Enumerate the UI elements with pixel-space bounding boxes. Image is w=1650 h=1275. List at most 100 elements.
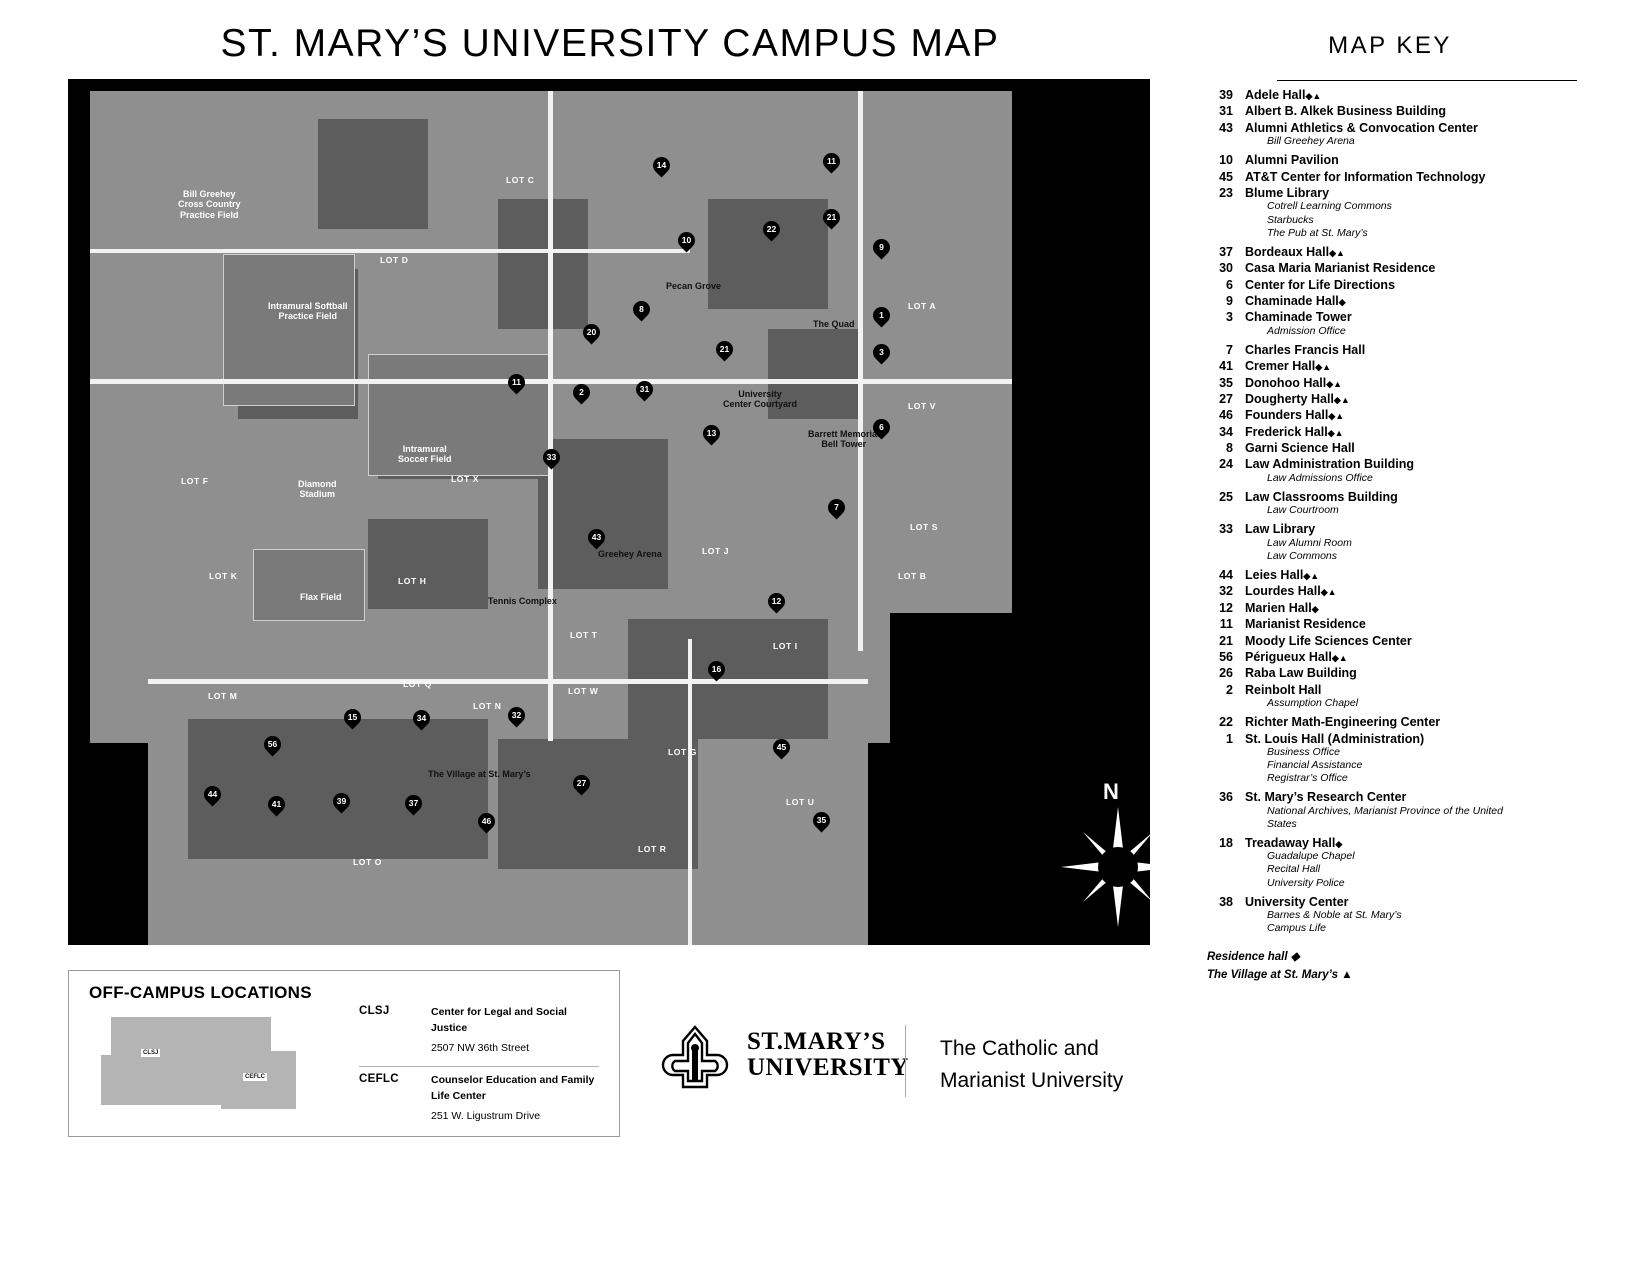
map-key-entry[interactable]: 32 Lourdes Hall◆▲	[1195, 584, 1615, 598]
map-key-entry[interactable]: 37 Bordeaux Hall◆▲	[1195, 245, 1615, 259]
map-building-marker[interactable]: 45	[769, 735, 794, 760]
map-marker-number: 11	[827, 156, 836, 166]
map-building-marker[interactable]: 2	[569, 380, 594, 405]
campus-map-image[interactable]: LOT C LOT D LOT A LOT V LOT X LOT F LOT S LOT J…	[68, 79, 1150, 945]
map-building-marker[interactable]: 6	[869, 415, 894, 440]
off-campus-code: CLSJ	[359, 1005, 390, 1017]
map-key-entry-marks: ◆▲	[1315, 362, 1332, 373]
map-key-entry[interactable]: 18 Treadaway Hall◆ Guadalupe Chapel Recital…	[1195, 836, 1615, 890]
map-key-entry-marks: ◆▲	[1329, 247, 1345, 258]
map-key-entry-sub: Registrar’s Office	[1267, 772, 1348, 785]
map-key-entry-number: 39	[1219, 88, 1233, 102]
map-key-entry[interactable]: 9 Chaminade Hall◆	[1195, 294, 1615, 308]
map-building-marker[interactable]: 21	[712, 337, 737, 362]
map-key-entry[interactable]: 34 Frederick Hall◆▲	[1195, 425, 1615, 439]
map-key-entry[interactable]: 25 Law Classrooms Building Law Courtroom	[1195, 490, 1615, 518]
map-key-entry[interactable]: 35 Donohoo Hall◆▲	[1195, 376, 1615, 390]
map-key-entry[interactable]: 44 Leies Hall◆▲	[1195, 568, 1615, 582]
map-key-entry[interactable]: 36 St. Mary’s Research Center National Arc…	[1195, 790, 1615, 831]
map-key-entry-number: 12	[1219, 600, 1233, 615]
off-campus-mini-map[interactable]: CLSJ CEFLC	[101, 1011, 316, 1121]
compass-north-label: N	[1103, 779, 1119, 804]
map-key-entry[interactable]: 6 Center for Life Directions	[1195, 278, 1615, 292]
off-campus-item[interactable]: CEFLC Counselor Education and Family Life…	[359, 1067, 599, 1132]
map-building-marker[interactable]: 27	[569, 771, 594, 796]
map-building-marker[interactable]: 35	[809, 808, 834, 833]
map-building-marker[interactable]: 15	[340, 705, 365, 730]
map-key-entry[interactable]: 1 St. Louis Hall (Administration) Business…	[1195, 732, 1615, 786]
map-building-marker[interactable]: 34	[409, 706, 434, 731]
map-key-entry[interactable]: 26 Raba Law Building	[1195, 666, 1615, 680]
map-key-entry[interactable]: 39 Adele Hall◆▲	[1195, 88, 1615, 102]
map-key-entry[interactable]: 2 Reinbolt Hall Assumption Chapel	[1195, 683, 1615, 711]
map-block	[188, 719, 488, 859]
map-building-marker[interactable]: 56	[260, 732, 285, 757]
map-building-marker[interactable]: 43	[584, 525, 609, 550]
map-building-marker[interactable]: 10	[674, 228, 699, 253]
map-key-entry[interactable]: 10 Alumni Pavilion	[1195, 153, 1615, 167]
map-building-marker[interactable]: 16	[704, 657, 729, 682]
map-building-marker[interactable]: 14	[649, 153, 674, 178]
map-key-entry-name: Leies Hall◆▲	[1245, 568, 1320, 582]
map-key-entry-name: Cremer Hall◆▲	[1245, 359, 1332, 374]
map-key-entry[interactable]: 11 Marianist Residence	[1195, 617, 1615, 631]
map-key-entry[interactable]: 30 Casa Maria Marianist Residence	[1195, 261, 1615, 275]
map-building-marker[interactable]: 41	[264, 792, 289, 817]
map-key-entry-number: 46	[1219, 408, 1233, 423]
map-key-entry[interactable]: 45 AT&T Center for Information Technology	[1195, 170, 1615, 184]
map-building-marker[interactable]: 39	[329, 789, 354, 814]
map-building-marker[interactable]: 7	[824, 495, 849, 520]
map-key-entry[interactable]: 38 University Center Barnes & Noble at St.…	[1195, 895, 1615, 936]
university-brand-lockup: ST.MARY’S UNIVERSITY The Catholic and Ma…	[655, 1015, 1155, 1105]
map-building-marker[interactable]: 31	[632, 377, 657, 402]
map-key-entry[interactable]: 24 Law Administration Building Law Admissi…	[1195, 457, 1615, 485]
map-key-entry-number: 37	[1219, 244, 1233, 259]
map-building-marker[interactable]: 11	[819, 149, 844, 174]
map-key-entry[interactable]: 23 Blume Library Cotrell Learning Commons S…	[1195, 186, 1615, 240]
map-key-entry[interactable]: 46 Founders Hall◆▲	[1195, 408, 1615, 422]
map-lot-label: LOT X	[451, 474, 480, 484]
map-key-entry[interactable]: 33 Law Library Law Alumni Room Law Commons	[1195, 522, 1615, 563]
map-key-entry[interactable]: 22 Richter Math-Engineering Center	[1195, 715, 1615, 729]
map-key-entry[interactable]: 43 Alumni Athletics & Convocation Center B…	[1195, 121, 1615, 149]
map-building-marker[interactable]: 22	[759, 217, 784, 242]
map-building-marker[interactable]: 9	[869, 235, 894, 260]
map-key-entry-body: Founders Hall◆▲	[1245, 408, 1344, 422]
map-road	[148, 679, 868, 684]
map-key-entry[interactable]: 21 Moody Life Sciences Center	[1195, 634, 1615, 648]
map-key-entry[interactable]: 41 Cremer Hall◆▲	[1195, 359, 1615, 373]
map-key-entry[interactable]: 3 Chaminade Tower Admission Office	[1195, 310, 1615, 338]
map-key-entry-marks: ◆▲	[1331, 652, 1348, 663]
map-key-entry-body: Treadaway Hall◆ Guadalupe Chapel Recital H…	[1245, 836, 1355, 890]
map-building-marker[interactable]: 12	[764, 589, 789, 614]
map-marker-number: 31	[639, 384, 650, 394]
map-building-marker[interactable]: 8	[629, 297, 654, 322]
map-building-marker[interactable]: 20	[579, 320, 604, 345]
map-key-entry-name: Lourdes Hall◆▲	[1245, 584, 1337, 599]
map-building-marker[interactable]: 32	[504, 703, 529, 728]
oc-tag-clsj: CLSJ	[141, 1049, 161, 1057]
map-key-entry-number: 6	[1226, 277, 1233, 292]
map-key-entry[interactable]: 31 Albert B. Alkek Business Building	[1195, 104, 1615, 118]
map-key-entry[interactable]: 12 Marien Hall◆	[1195, 601, 1615, 615]
map-key-entry[interactable]: 8 Garni Science Hall	[1195, 441, 1615, 455]
map-building-marker[interactable]: 11	[504, 370, 529, 395]
map-building-marker[interactable]: 44	[200, 782, 225, 807]
off-campus-item[interactable]: CLSJ Center for Legal and Social Justice 2…	[359, 999, 599, 1064]
map-key-entry[interactable]: 27 Dougherty Hall◆▲	[1195, 392, 1615, 406]
map-building-marker[interactable]: 33	[539, 445, 564, 470]
map-building-marker[interactable]: 1	[869, 303, 894, 328]
map-building-marker[interactable]: 37	[401, 791, 426, 816]
map-key-entry-marks: ◆	[1338, 296, 1346, 307]
map-building-marker[interactable]: 3	[869, 340, 894, 365]
map-key-entry[interactable]: 7 Charles Francis Hall	[1195, 343, 1615, 357]
map-key-entry-body: St. Louis Hall (Administration) Business …	[1245, 732, 1424, 786]
map-building-marker[interactable]: 46	[474, 809, 499, 834]
off-campus-code: CEFLC	[359, 1073, 399, 1086]
map-key-entry-sub: Guadalupe Chapel	[1267, 850, 1355, 863]
map-key-entry[interactable]: 56 Périgueux Hall◆▲	[1195, 650, 1615, 664]
map-building-marker[interactable]: 13	[699, 421, 724, 446]
map-field	[368, 354, 550, 476]
map-building-marker[interactable]: 21	[819, 205, 844, 230]
map-block	[318, 119, 428, 229]
